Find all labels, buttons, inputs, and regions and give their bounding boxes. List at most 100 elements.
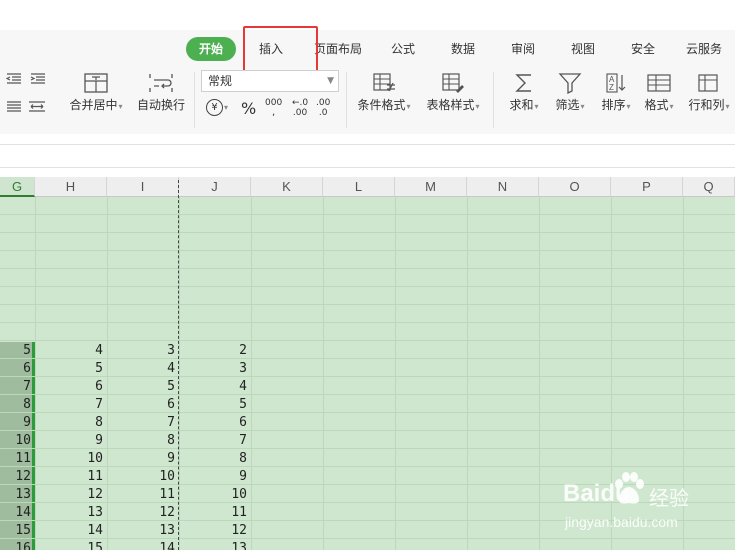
cell-i[interactable]: 6 (115, 396, 175, 414)
tab-security[interactable]: 安全 (626, 37, 660, 61)
column-header-q[interactable]: Q (683, 177, 735, 197)
cell-g[interactable]: 16 (1, 540, 31, 550)
cell-j[interactable]: 12 (187, 522, 247, 540)
cell-j[interactable]: 7 (187, 432, 247, 450)
filter-button[interactable]: 筛选▾ (551, 72, 589, 113)
sum-button[interactable]: 求和▾ (505, 72, 543, 113)
cell-i[interactable]: 9 (115, 450, 175, 468)
cell-h[interactable]: 6 (43, 378, 103, 396)
cell-i[interactable]: 12 (115, 504, 175, 522)
wrap-text-button[interactable]: 自动换行 (134, 72, 188, 113)
cell-j[interactable]: 13 (187, 540, 247, 550)
thousands-separator-button[interactable]: 000, (265, 98, 282, 118)
formula-bar[interactable] (0, 144, 735, 168)
indent-decrease-icon[interactable] (5, 72, 22, 90)
sort-button[interactable]: AZ 排序▾ (597, 72, 635, 113)
cell-g[interactable]: 6 (1, 360, 31, 378)
cell-j[interactable]: 2 (187, 342, 247, 360)
cell-i[interactable]: 11 (115, 486, 175, 504)
cell-g[interactable]: 7 (1, 378, 31, 396)
tab-page-layout[interactable]: 页面布局 (310, 37, 366, 61)
cell-j[interactable]: 4 (187, 378, 247, 396)
cell-i[interactable]: 3 (115, 342, 175, 360)
column-header-k[interactable]: K (251, 177, 323, 197)
cell-j[interactable]: 11 (187, 504, 247, 522)
cell-g[interactable]: 8 (1, 396, 31, 414)
align-justify-icon[interactable] (6, 100, 22, 118)
grid-row-line (0, 268, 735, 269)
cell-i[interactable]: 4 (115, 360, 175, 378)
currency-button[interactable]: ¥ ▾ (206, 99, 228, 116)
tab-cloud[interactable]: 云服务 (682, 37, 726, 61)
cell-i[interactable]: 8 (115, 432, 175, 450)
page-break-line (178, 180, 179, 550)
table-style-button[interactable]: 表格样式▾ (422, 72, 484, 113)
decrease-decimal-button[interactable]: .00.0 (316, 98, 330, 118)
conditional-format-icon (373, 73, 395, 92)
tab-view[interactable]: 视图 (566, 37, 600, 61)
tab-formulas[interactable]: 公式 (386, 37, 420, 61)
cell-h[interactable]: 15 (43, 540, 103, 550)
conditional-format-label: 条件格式 (357, 98, 406, 112)
column-header-j[interactable]: J (179, 177, 251, 197)
watermark-brand-cn: 经验 (649, 488, 689, 510)
column-header-n[interactable]: N (467, 177, 539, 197)
grid-row-line (0, 430, 735, 431)
cell-g[interactable]: 14 (1, 504, 31, 522)
tab-review[interactable]: 审阅 (506, 37, 540, 61)
cell-i[interactable]: 10 (115, 468, 175, 486)
ribbon-gap (0, 134, 735, 144)
cell-h[interactable]: 7 (43, 396, 103, 414)
cell-h[interactable]: 12 (43, 486, 103, 504)
grid-row-line (0, 304, 735, 305)
cell-format-icon (647, 74, 671, 92)
cell-j[interactable]: 6 (187, 414, 247, 432)
cell-h[interactable]: 14 (43, 522, 103, 540)
cell-g[interactable]: 13 (1, 486, 31, 504)
tab-home[interactable]: 开始 (186, 37, 236, 61)
cell-g[interactable]: 12 (1, 468, 31, 486)
cell-g[interactable]: 10 (1, 432, 31, 450)
cell-i[interactable]: 13 (115, 522, 175, 540)
cell-i[interactable]: 14 (115, 540, 175, 550)
column-header-p[interactable]: P (611, 177, 683, 197)
cell-j[interactable]: 9 (187, 468, 247, 486)
cell-j[interactable]: 10 (187, 486, 247, 504)
conditional-format-button[interactable]: 条件格式▾ (353, 72, 415, 113)
cell-j[interactable]: 5 (187, 396, 247, 414)
watermark-brand: Baidu (563, 480, 630, 507)
sort-az-icon: AZ (606, 73, 626, 93)
cell-j[interactable]: 8 (187, 450, 247, 468)
increase-decimal-button[interactable]: ←.0.00 (292, 98, 308, 118)
cell-h[interactable]: 4 (43, 342, 103, 360)
format-button[interactable]: 格式▾ (640, 72, 678, 113)
cell-h[interactable]: 13 (43, 504, 103, 522)
cell-h[interactable]: 5 (43, 360, 103, 378)
rows-columns-button[interactable]: 行和列▾ (684, 72, 734, 113)
cell-g[interactable]: 15 (1, 522, 31, 540)
cell-i[interactable]: 5 (115, 378, 175, 396)
cell-h[interactable]: 9 (43, 432, 103, 450)
ribbon-separator (493, 72, 494, 128)
column-header-i[interactable]: I (107, 177, 179, 197)
cell-g[interactable]: 11 (1, 450, 31, 468)
indent-increase-icon[interactable] (30, 72, 46, 90)
distributed-align-icon[interactable] (28, 100, 46, 118)
cell-h[interactable]: 11 (43, 468, 103, 486)
cell-h[interactable]: 10 (43, 450, 103, 468)
column-header-l[interactable]: L (323, 177, 395, 197)
tab-data[interactable]: 数据 (446, 37, 480, 61)
column-header-h[interactable]: H (35, 177, 107, 197)
grid-row-line (0, 214, 735, 215)
percent-button[interactable]: % (241, 99, 256, 118)
column-header-m[interactable]: M (395, 177, 467, 197)
cell-h[interactable]: 8 (43, 414, 103, 432)
cell-g[interactable]: 5 (1, 342, 31, 360)
column-header-g[interactable]: G (0, 177, 35, 197)
cell-j[interactable]: 3 (187, 360, 247, 378)
cell-g[interactable]: 9 (1, 414, 31, 432)
number-format-select[interactable]: 常规 ▼ (201, 70, 339, 92)
merge-center-button[interactable]: 合并居中▾ (66, 72, 126, 113)
column-header-o[interactable]: O (539, 177, 611, 197)
cell-i[interactable]: 7 (115, 414, 175, 432)
